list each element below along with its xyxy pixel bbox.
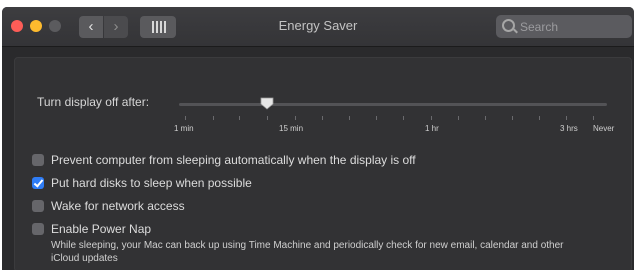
- slider-tick-label: 1 hr: [425, 124, 439, 133]
- slider-tick: [295, 116, 296, 120]
- slider-tick: [485, 116, 486, 120]
- slider-tick: [593, 116, 594, 120]
- slider-tick: [566, 116, 567, 120]
- search-icon: [502, 19, 515, 32]
- screenshot-frame: ‹ › Energy Saver Turn display off after:: [0, 0, 638, 270]
- option-label: Put hard disks to sleep when possible: [51, 176, 252, 190]
- slider-tick: [458, 116, 459, 120]
- slider-tick-label: Never: [593, 124, 615, 133]
- slider-tick: [403, 116, 404, 120]
- option-label: Enable Power Nap: [51, 222, 152, 236]
- checkbox[interactable]: [32, 223, 44, 235]
- slider-tick: [349, 116, 350, 120]
- checkbox[interactable]: [32, 200, 44, 212]
- checkbox[interactable]: [32, 154, 44, 166]
- slider-tick-label: 3 hrs: [560, 124, 578, 133]
- display-sleep-slider-thumb[interactable]: [260, 97, 274, 110]
- slider-tick: [539, 116, 540, 120]
- search-field[interactable]: [496, 15, 632, 38]
- option-label: Wake for network access: [51, 199, 185, 213]
- slider-tick: [239, 116, 240, 120]
- slider-tick: [512, 116, 513, 120]
- title-bar: ‹ › Energy Saver: [2, 7, 634, 47]
- search-input[interactable]: [518, 17, 630, 37]
- slider-tick: [213, 116, 214, 120]
- energy-saver-window: ‹ › Energy Saver Turn display off after:: [2, 7, 634, 270]
- checkbox[interactable]: [32, 177, 44, 189]
- slider-tick: [185, 116, 186, 120]
- slider-tick: [322, 116, 323, 120]
- display-sleep-label: Turn display off after:: [37, 95, 150, 109]
- option-label: Prevent computer from sleeping automatic…: [51, 153, 416, 167]
- display-sleep-slider-track[interactable]: [179, 103, 607, 106]
- slider-tick: [431, 116, 432, 120]
- slider-tick-label: 1 min: [174, 124, 194, 133]
- power-nap-description: While sleeping, your Mac can back up usi…: [51, 240, 564, 264]
- slider-tick: [376, 116, 377, 120]
- slider-tick-label: 15 min: [279, 124, 304, 133]
- slider-tick: [267, 116, 268, 120]
